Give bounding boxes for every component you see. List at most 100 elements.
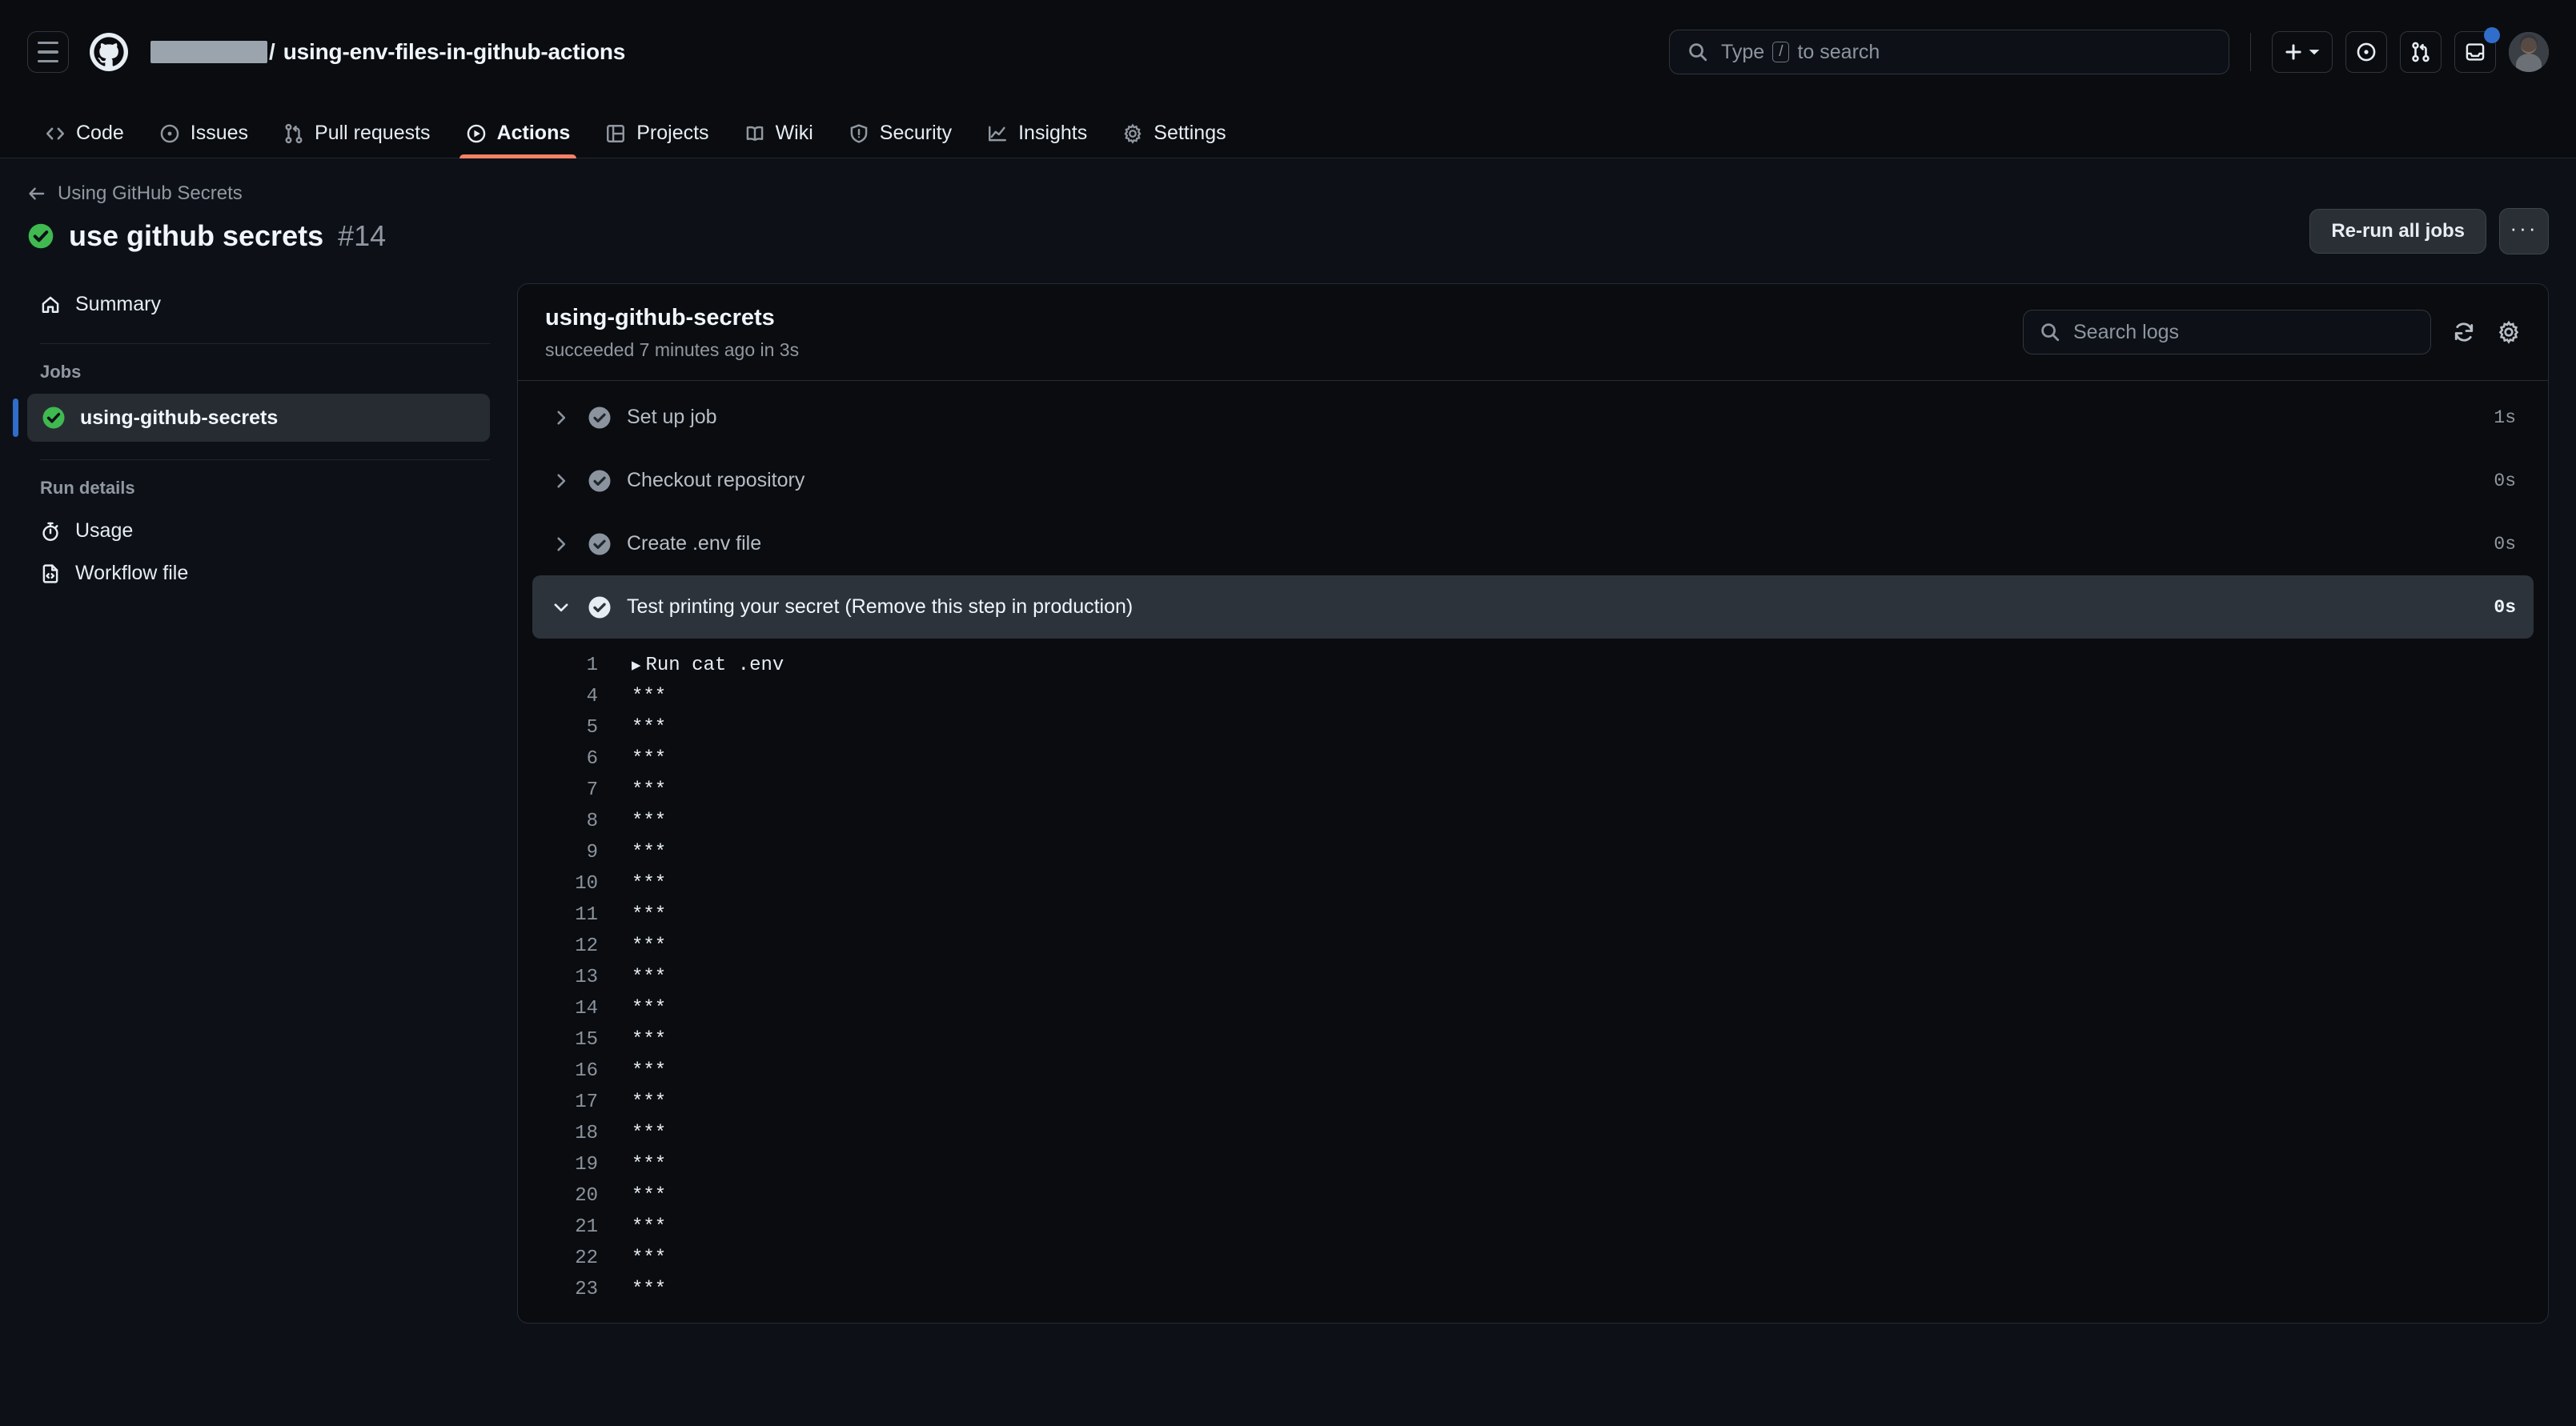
job-steps-list: Set up job 1s Checkout repository 0s Cre…	[518, 381, 2548, 639]
log-line[interactable]: 14 ***	[518, 993, 2548, 1024]
log-line[interactable]: 19 ***	[518, 1149, 2548, 1180]
tab-actions[interactable]: Actions	[448, 122, 588, 158]
log-line[interactable]: 17 ***	[518, 1087, 2548, 1118]
log-line[interactable]: 23 ***	[518, 1274, 2548, 1305]
sync-icon[interactable]	[2452, 320, 2476, 344]
sidebar-job-label: using-github-secrets	[80, 406, 279, 429]
tab-code[interactable]: Code	[27, 122, 142, 158]
step-row[interactable]: Checkout repository 0s	[532, 449, 2534, 512]
more-options-button[interactable]: ···	[2499, 208, 2549, 254]
graph-icon	[987, 123, 1008, 144]
log-line-text: ***	[632, 1279, 667, 1300]
step-row[interactable]: Create .env file 0s	[532, 512, 2534, 575]
breadcrumb-owner-redacted[interactable]	[150, 41, 267, 63]
tab-settings[interactable]: Settings	[1105, 122, 1243, 158]
step-duration: 1s	[2494, 407, 2516, 428]
log-line[interactable]: 18 ***	[518, 1118, 2548, 1149]
log-line-number: 16	[575, 1060, 598, 1082]
log-line[interactable]: 12 ***	[518, 931, 2548, 962]
back-to-workflow-link[interactable]: Using GitHub Secrets	[27, 182, 2549, 205]
log-line[interactable]: 9 ***	[518, 837, 2548, 868]
log-line-text: ***	[632, 1029, 667, 1051]
tab-wiki-label: Wiki	[775, 122, 813, 144]
log-line-number: 17	[575, 1092, 598, 1113]
tab-issues[interactable]: Issues	[142, 122, 266, 158]
chevron-down-icon	[544, 599, 579, 616]
sidebar-item-summary[interactable]: Summary	[27, 283, 490, 326]
shield-icon	[849, 123, 869, 144]
run-title-row: use github secrets #14	[27, 219, 2549, 253]
log-line-number: 19	[575, 1154, 598, 1176]
avatar[interactable]	[2509, 32, 2549, 72]
sidebar-item-usage[interactable]: Usage	[27, 510, 490, 552]
log-line[interactable]: 8 ***	[518, 806, 2548, 837]
log-line-text: ***	[632, 748, 667, 770]
log-line[interactable]: 15 ***	[518, 1024, 2548, 1055]
log-line[interactable]: 13 ***	[518, 962, 2548, 993]
log-line[interactable]: 6 ***	[518, 743, 2548, 775]
notification-indicator	[2484, 27, 2500, 43]
run-number: #14	[338, 219, 387, 252]
inbox-icon	[2465, 42, 2486, 62]
log-line[interactable]: 7 ***	[518, 775, 2548, 806]
book-icon	[744, 123, 765, 144]
log-line[interactable]: 16 ***	[518, 1055, 2548, 1087]
search-logs-input[interactable]: Search logs	[2023, 310, 2431, 354]
log-line-text: ***	[632, 717, 667, 739]
log-line-text: ***	[632, 967, 667, 988]
run-header: Using GitHub Secrets use github secrets …	[0, 158, 2576, 254]
issues-button[interactable]	[2345, 31, 2387, 73]
inbox-button[interactable]	[2454, 27, 2500, 73]
pull-requests-button[interactable]	[2400, 31, 2442, 73]
sidebar-item-summary-label: Summary	[75, 293, 161, 315]
tab-projects[interactable]: Projects	[588, 122, 726, 158]
log-line[interactable]: 5 ***	[518, 712, 2548, 743]
log-line[interactable]: 10 ***	[518, 868, 2548, 899]
log-line-text: ***	[632, 873, 667, 895]
create-new-button[interactable]	[2272, 31, 2333, 73]
selected-indicator	[13, 399, 18, 437]
check-circle-success-icon	[579, 595, 620, 619]
log-line-text: ***	[632, 1123, 667, 1144]
search-placeholder-suffix: to search	[1797, 40, 1880, 63]
log-output: 1 ▶ Run cat .env 4 *** 5 *** 6 *** 7 *** 8 ***…	[518, 639, 2548, 1321]
log-line[interactable]: 4 ***	[518, 681, 2548, 712]
tab-code-label: Code	[76, 122, 124, 144]
tab-pull-requests-label: Pull requests	[315, 122, 431, 144]
tab-security[interactable]: Security	[831, 122, 969, 158]
sidebar-item-job-using-github-secrets[interactable]: using-github-secrets	[13, 394, 490, 442]
chevron-down-icon	[2308, 46, 2321, 58]
log-line-number: 13	[575, 967, 598, 988]
log-line-number: 8	[586, 811, 598, 832]
gear-icon[interactable]	[2497, 320, 2521, 344]
code-icon	[45, 123, 66, 144]
log-line-number: 23	[575, 1279, 598, 1300]
step-row[interactable]: Test printing your secret (Remove this s…	[532, 575, 2534, 639]
sidebar-jobs-heading: Jobs	[40, 362, 82, 382]
check-circle-success-icon	[27, 222, 54, 250]
tab-wiki[interactable]: Wiki	[727, 122, 831, 158]
triangle-right-icon[interactable]: ▶	[632, 657, 640, 675]
log-line[interactable]: 21 ***	[518, 1212, 2548, 1243]
rerun-all-jobs-button[interactable]: Re-run all jobs	[2309, 209, 2486, 254]
breadcrumb-repo-name[interactable]: using-env-files-in-github-actions	[283, 39, 626, 65]
step-name: Checkout repository	[627, 469, 805, 491]
play-icon	[466, 123, 487, 144]
log-line-number: 11	[575, 904, 598, 926]
issue-opened-icon	[2356, 42, 2377, 62]
log-line[interactable]: 20 ***	[518, 1180, 2548, 1212]
tab-pull-requests[interactable]: Pull requests	[266, 122, 448, 158]
search-input[interactable]: Type / to search	[1669, 30, 2229, 74]
log-line[interactable]: 1 ▶ Run cat .env	[518, 650, 2548, 681]
search-icon	[2040, 322, 2060, 342]
log-line[interactable]: 11 ***	[518, 899, 2548, 931]
gear-icon	[1122, 123, 1143, 144]
breadcrumb-separator: /	[269, 39, 275, 64]
log-line[interactable]: 22 ***	[518, 1243, 2548, 1274]
log-line-text: ***	[632, 1185, 667, 1207]
tab-insights[interactable]: Insights	[969, 122, 1105, 158]
step-row[interactable]: Set up job 1s	[532, 386, 2534, 449]
github-logo-icon[interactable]	[90, 33, 128, 71]
sidebar-item-workflow-file[interactable]: Workflow file	[27, 552, 490, 595]
hamburger-icon[interactable]	[27, 31, 69, 73]
